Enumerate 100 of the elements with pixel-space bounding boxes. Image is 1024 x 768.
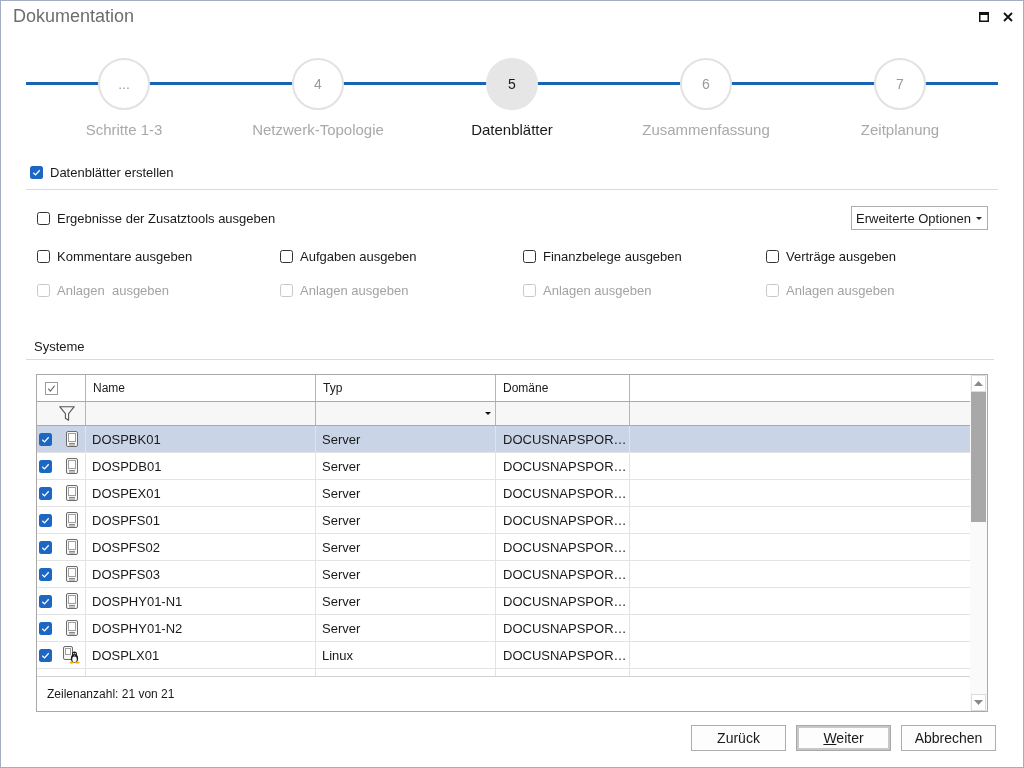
device-icon bbox=[65, 539, 78, 555]
table-cell: Server bbox=[316, 534, 496, 560]
table-cell: Server bbox=[316, 453, 496, 479]
step-circle: 7 bbox=[874, 58, 926, 110]
checkbox[interactable] bbox=[30, 165, 43, 179]
device-icon bbox=[65, 485, 78, 501]
table-cell: DOSPHY01-N1 bbox=[86, 588, 316, 614]
table-cell: DOCUSNAPSPOR… bbox=[496, 615, 630, 641]
table-cell: DOSPEX01 bbox=[86, 480, 316, 506]
table-cell: DOSPFS03 bbox=[86, 561, 316, 587]
checkbox-label: Anlagen ausgeben bbox=[543, 282, 652, 298]
table-cell: Linux bbox=[316, 642, 496, 668]
dialog-button[interactable]: Weiter bbox=[796, 725, 891, 751]
caret-icon bbox=[976, 216, 982, 220]
table-cell: DOCUSNAPSPOR… bbox=[496, 480, 630, 506]
device-icon bbox=[65, 566, 78, 582]
checkbox-label: Kommentare ausgeben bbox=[57, 248, 193, 264]
table-row[interactable]: DOSPBK01 Server DOCUSNAPSPOR… bbox=[37, 426, 970, 453]
section-title: Systeme bbox=[34, 339, 85, 355]
caret-up-icon bbox=[974, 381, 983, 386]
checkbox-label: Finanzbelege ausgeben bbox=[543, 248, 682, 264]
table-cell: Server bbox=[316, 588, 496, 614]
table-row[interactable]: DOSPHY01-N1 Server DOCUSNAPSPOR… bbox=[37, 588, 970, 615]
table-cell: DOCUSNAPSPOR… bbox=[496, 561, 630, 587]
step-label: Netzwerk-Topologie bbox=[252, 121, 384, 139]
column-header[interactable]: Domäne bbox=[496, 375, 630, 401]
column-header[interactable]: Name bbox=[86, 375, 316, 401]
table-cell: DOSPBK01 bbox=[86, 426, 316, 452]
scrollbar-thumb[interactable] bbox=[971, 392, 986, 522]
table-cell: DOCUSNAPSPOR… bbox=[496, 453, 630, 479]
maximize-icon[interactable] bbox=[979, 11, 989, 22]
table-row[interactable]: DOSPFS01 Server DOCUSNAPSPOR… bbox=[37, 507, 970, 534]
window-title: Dokumentation bbox=[13, 6, 135, 27]
device-icon bbox=[65, 593, 78, 609]
scroll-up-button[interactable] bbox=[971, 375, 986, 392]
dialog-button[interactable]: Zurück bbox=[691, 725, 786, 751]
table-cell: Server bbox=[316, 615, 496, 641]
device-icon bbox=[65, 431, 78, 447]
checkbox[interactable] bbox=[280, 249, 293, 263]
step-label: Schritte 1-3 bbox=[85, 121, 163, 139]
row-checkbox[interactable] bbox=[39, 594, 52, 608]
table-cell: Server bbox=[316, 561, 496, 587]
table-cell: DOCUSNAPSPOR… bbox=[496, 642, 630, 668]
checkbox-label: Anlagen ausgeben bbox=[786, 282, 895, 298]
checkbox-label: Ergebnisse der Zusatztools ausgeben bbox=[57, 210, 276, 226]
penguin-device-icon bbox=[63, 646, 80, 664]
checkbox-label: Aufgaben ausgeben bbox=[300, 248, 417, 264]
table-cell: DOSPDB01 bbox=[86, 453, 316, 479]
row-checkbox[interactable] bbox=[39, 567, 52, 581]
table-cell: DOSPHY01-N2 bbox=[86, 615, 316, 641]
select-all-checkbox[interactable] bbox=[45, 381, 58, 395]
filter-icon[interactable] bbox=[59, 406, 75, 421]
step-label: Zeitplanung bbox=[860, 121, 940, 139]
step-circle: 4 bbox=[292, 58, 344, 110]
table-cell: DOCUSNAPSPOR… bbox=[496, 426, 630, 452]
table-row[interactable]: DOSPEX01 Server DOCUSNAPSPOR… bbox=[37, 480, 970, 507]
checkbox[interactable] bbox=[766, 249, 779, 263]
scroll-down-button[interactable] bbox=[971, 694, 986, 711]
step-label: Zusammenfassung bbox=[642, 121, 770, 139]
table-cell: Server bbox=[316, 480, 496, 506]
checkbox[interactable] bbox=[37, 211, 50, 225]
row-checkbox[interactable] bbox=[39, 540, 52, 554]
row-count-text: Zeilenanzahl: 21 von 21 bbox=[47, 687, 175, 701]
table-cell: DOSPFS02 bbox=[86, 534, 316, 560]
dropdown-button[interactable]: Erweiterte Optionen bbox=[851, 206, 988, 230]
table-row[interactable]: DOSPLX01 Linux DOCUSNAPSPOR… bbox=[37, 642, 970, 669]
step-circle: 5 bbox=[486, 58, 538, 110]
row-checkbox[interactable] bbox=[39, 513, 52, 527]
row-checkbox[interactable] bbox=[39, 648, 52, 662]
column-header[interactable]: Typ bbox=[316, 375, 496, 401]
device-icon bbox=[65, 512, 78, 528]
checkbox-label: Anlagen ausgeben bbox=[57, 282, 170, 298]
table-cell: Server bbox=[316, 507, 496, 533]
step-circle: 6 bbox=[680, 58, 732, 110]
scrollbar-track[interactable] bbox=[970, 375, 987, 711]
row-checkbox[interactable] bbox=[39, 432, 52, 446]
table-cell: DOCUSNAPSPOR… bbox=[496, 588, 630, 614]
table-cell: DOCUSNAPSPOR… bbox=[496, 507, 630, 533]
table-row[interactable]: DOSPFS03 Server DOCUSNAPSPOR… bbox=[37, 561, 970, 588]
checkbox[interactable] bbox=[37, 249, 50, 263]
checkbox-label: Anlagen ausgeben bbox=[300, 282, 409, 298]
checkbox-label: Verträge ausgeben bbox=[786, 248, 896, 264]
table-row[interactable]: DOSPFS02 Server DOCUSNAPSPOR… bbox=[37, 534, 970, 561]
row-checkbox[interactable] bbox=[39, 621, 52, 635]
table-cell: DOCUSNAPSPOR… bbox=[496, 534, 630, 560]
table-row[interactable]: DOSPHY01-N2 Server DOCUSNAPSPOR… bbox=[37, 615, 970, 642]
row-checkbox[interactable] bbox=[39, 459, 52, 473]
step-circle: ... bbox=[98, 58, 150, 110]
checkbox-label: Datenblätter erstellen bbox=[50, 164, 174, 180]
dialog-button[interactable]: Abbrechen bbox=[901, 725, 996, 751]
step-label: Datenblätter bbox=[471, 121, 553, 139]
table-row[interactable]: DOSPDB01 Server DOCUSNAPSPOR… bbox=[37, 453, 970, 480]
caret-icon bbox=[485, 412, 491, 415]
close-icon[interactable] bbox=[1003, 11, 1013, 22]
device-icon bbox=[65, 458, 78, 474]
checkbox[interactable] bbox=[523, 249, 536, 263]
device-icon bbox=[65, 620, 78, 636]
table-cell: DOSPFS01 bbox=[86, 507, 316, 533]
caret-down-icon bbox=[974, 700, 983, 705]
row-checkbox[interactable] bbox=[39, 486, 52, 500]
